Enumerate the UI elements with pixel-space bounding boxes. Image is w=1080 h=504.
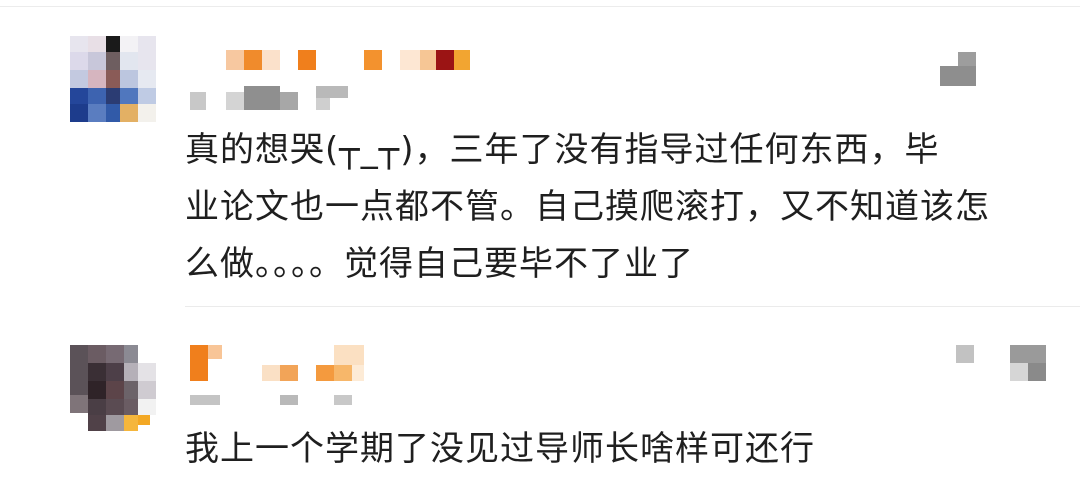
comment-text-line: 真的想哭(┬_┬)，三年了没有指导过任何东西，毕 [185, 130, 940, 170]
avatar[interactable] [70, 36, 156, 122]
comment-text: 我上一个学期了没见过导师长啥样可还行 [185, 421, 1035, 478]
comment-item: 真的想哭(┬_┬)，三年了没有指导过任何东西，毕 业论文也一点都不管。自己摸爬滚… [0, 0, 1080, 306]
avatar[interactable] [70, 345, 156, 431]
comment-text-line: 么做。。。。觉得自己要毕不了业了 [185, 244, 694, 284]
comment-item: 我上一个学期了没见过导师长啥样可还行 [0, 307, 1080, 504]
comment-text-line: 我上一个学期了没见过导师长啥样可还行 [185, 429, 815, 469]
comment-text: 真的想哭(┬_┬)，三年了没有指导过任何东西，毕 业论文也一点都不管。自己摸爬滚… [185, 122, 1035, 293]
comment-text-line: 业论文也一点都不管。自己摸爬滚打，又不知道该怎 [185, 187, 990, 227]
